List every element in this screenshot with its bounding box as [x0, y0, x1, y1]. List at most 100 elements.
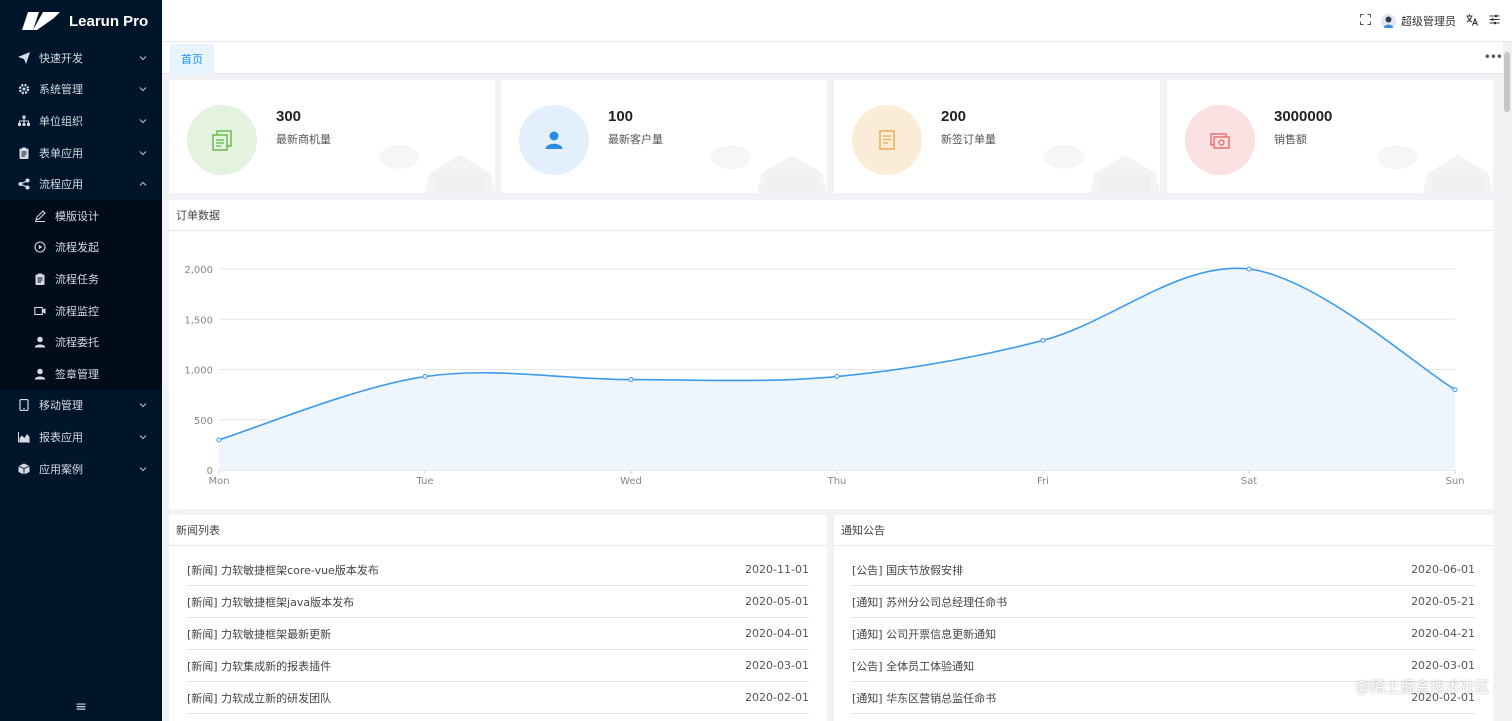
- x-tick-label: Sun: [1445, 476, 1464, 487]
- stat-icon-circle: [1185, 105, 1255, 175]
- chevron-down-icon: [139, 55, 147, 61]
- sidebar-item-org[interactable]: 单位组织: [0, 105, 162, 137]
- sidebar-menu-rest: 移动管理 报表应用 应用案例: [0, 390, 162, 485]
- sidebar-item-workflow[interactable]: 流程应用: [0, 168, 162, 200]
- chevron-down-icon: [139, 434, 147, 440]
- gear-icon: [17, 83, 30, 96]
- list-item[interactable]: [通知] 苏州分公司总经理任命书 2020-05-21: [852, 586, 1475, 618]
- video-icon: [33, 304, 46, 317]
- data-point: [1040, 337, 1046, 343]
- list-item[interactable]: [通知] 公司开票信息更新通知 2020-04-21: [852, 618, 1475, 650]
- user-menu[interactable]: 超级管理员: [1381, 13, 1456, 29]
- sidebar-item-label: 流程发起: [55, 241, 99, 255]
- sidebar-item-reports[interactable]: 报表应用: [0, 421, 162, 453]
- sidebar-collapse-button[interactable]: ≡: [0, 699, 162, 715]
- avatar: [1381, 13, 1396, 29]
- y-tick-label: 2,000: [184, 265, 213, 276]
- tabs-more-button[interactable]: •••: [1484, 50, 1503, 64]
- copy-icon: [212, 130, 232, 151]
- sidebar-subitem-flow-tasks[interactable]: 流程任务: [0, 263, 162, 295]
- order-area-chart[interactable]: 05001,0001,5002,000Mon Tue Wed Thu Fri Sat Sun: [169, 231, 1493, 508]
- share-icon: [17, 178, 30, 191]
- stat-card-opportunities: 300 最新商机量: [169, 80, 495, 193]
- notice-item-date: 2020-04-21: [1411, 627, 1475, 640]
- sidebar-item-mobile[interactable]: 移动管理: [0, 390, 162, 422]
- panel-title: 新闻列表: [169, 515, 827, 546]
- order-chart-panel: 订单数据 0 500 1,000 1,500 2,000 Mon Tue Wed Thu Fri S…: [169, 200, 1493, 509]
- page-scrollbar[interactable]: [1503, 42, 1512, 721]
- stat-value: 300: [276, 108, 302, 125]
- news-item-title: [新闻] 力软集成新的报表插件: [187, 659, 332, 673]
- menu-collapse-icon: ≡: [75, 699, 87, 715]
- stat-card-sales: 3000000 销售额: [1167, 80, 1493, 193]
- stat-label: 销售额: [1274, 133, 1307, 146]
- y-tick-label: 500: [194, 416, 213, 427]
- language-button[interactable]: [1466, 14, 1479, 29]
- notice-item-date: 2020-03-01: [1411, 659, 1475, 672]
- clipboard-icon: [33, 272, 46, 285]
- sidebar-subitem-seal-manage[interactable]: 签章管理: [0, 358, 162, 390]
- news-item-title: [新闻] 力软敏捷框架core-vue版本发布: [187, 563, 379, 577]
- x-tick-label: Tue: [415, 476, 433, 487]
- list-item[interactable]: [公告] 国庆节放假安排 2020-06-01: [852, 554, 1475, 586]
- notice-item-title: [公告] 国庆节放假安排: [852, 563, 964, 577]
- chevron-down-icon: [139, 466, 147, 471]
- list-item[interactable]: [新闻] 力软集成新的报表插件 2020-03-01: [187, 650, 809, 682]
- sidebar-item-label: 系统管理: [39, 83, 83, 97]
- pencil-icon: [33, 209, 46, 222]
- list-item[interactable]: [新闻] 力软敏捷框架java版本发布 2020-05-01: [187, 586, 809, 618]
- sidebar-menu: 快速开发 系统管理 单位组织 表单应用 流程应用: [0, 42, 162, 200]
- sidebar-item-quick-dev[interactable]: 快速开发: [0, 42, 162, 74]
- play-circle-icon: [33, 241, 46, 254]
- user-icon: [545, 131, 563, 149]
- stat-label: 新签订单量: [941, 133, 996, 146]
- stat-value: 200: [941, 108, 967, 125]
- sidebar-item-label: 移动管理: [39, 399, 83, 413]
- cloud-decoration-icon: [1044, 145, 1160, 193]
- learun-logo-icon: [22, 12, 60, 30]
- notice-item-title: [公告] 全体员工体验通知: [852, 659, 975, 673]
- sidebar-item-label: 模版设计: [55, 209, 99, 223]
- tab-home[interactable]: 首页: [170, 44, 214, 74]
- sidebar-item-label: 快速开发: [39, 51, 83, 65]
- scrollbar-thumb[interactable]: [1504, 52, 1510, 112]
- notice-item-date: 2020-06-01: [1411, 563, 1475, 576]
- list-item[interactable]: [新闻] 力软敏捷框架最新更新 2020-04-01: [187, 618, 809, 650]
- news-item-date: 2020-03-01: [745, 659, 809, 672]
- sidebar-subitem-flow-delegate[interactable]: 流程委托: [0, 326, 162, 358]
- stat-icon-circle: [852, 105, 922, 175]
- chevron-down-icon: [139, 119, 147, 124]
- settings-button[interactable]: [1489, 14, 1500, 28]
- chevron-up-icon: [139, 181, 147, 187]
- news-item-date: 2020-04-01: [745, 627, 809, 640]
- tabs-bar: 首页 •••: [162, 42, 1512, 74]
- list-item[interactable]: [新闻] 力软成立新的研发团队 2020-02-01: [187, 682, 809, 714]
- sitemap-icon: [17, 114, 30, 127]
- y-tick-label: 1,000: [184, 366, 213, 377]
- sidebar-item-label: 流程应用: [39, 178, 83, 192]
- news-list-panel: 新闻列表 [新闻] 力软敏捷框架core-vue版本发布 2020-11-01 […: [169, 515, 827, 721]
- sidebar-subitem-start-flow[interactable]: 流程发起: [0, 232, 162, 264]
- sidebar-subitem-flow-monitor[interactable]: 流程监控: [0, 295, 162, 327]
- stat-label: 最新商机量: [276, 133, 331, 146]
- cloud-decoration-icon: [379, 145, 495, 193]
- sidebar-item-label: 报表应用: [39, 430, 83, 444]
- sidebar-item-system[interactable]: 系统管理: [0, 74, 162, 106]
- paper-plane-icon: [17, 51, 30, 64]
- list-item[interactable]: [新闻] 力软敏捷框架core-vue版本发布 2020-11-01: [187, 554, 809, 586]
- data-point: [834, 374, 840, 380]
- data-point: [422, 374, 428, 380]
- sidebar-submenu-workflow: 模版设计 流程发起 流程任务 流程监控 流程委托 签章管理: [0, 199, 162, 390]
- sidebar-item-forms[interactable]: 表单应用: [0, 137, 162, 169]
- data-point: [628, 377, 634, 383]
- app-logo[interactable]: Learun Pro: [0, 0, 162, 42]
- user-icon: [33, 336, 46, 349]
- sidebar-item-label: 应用案例: [39, 462, 83, 476]
- tablet-icon: [17, 399, 30, 412]
- sidebar-item-cases[interactable]: 应用案例: [0, 453, 162, 485]
- fullscreen-button[interactable]: [1360, 14, 1371, 28]
- cloud-decoration-icon: [711, 145, 827, 193]
- user-stamp-icon: [33, 367, 46, 380]
- sidebar-subitem-template-design[interactable]: 模版设计: [0, 200, 162, 232]
- cloud-decoration-icon: [1377, 145, 1493, 193]
